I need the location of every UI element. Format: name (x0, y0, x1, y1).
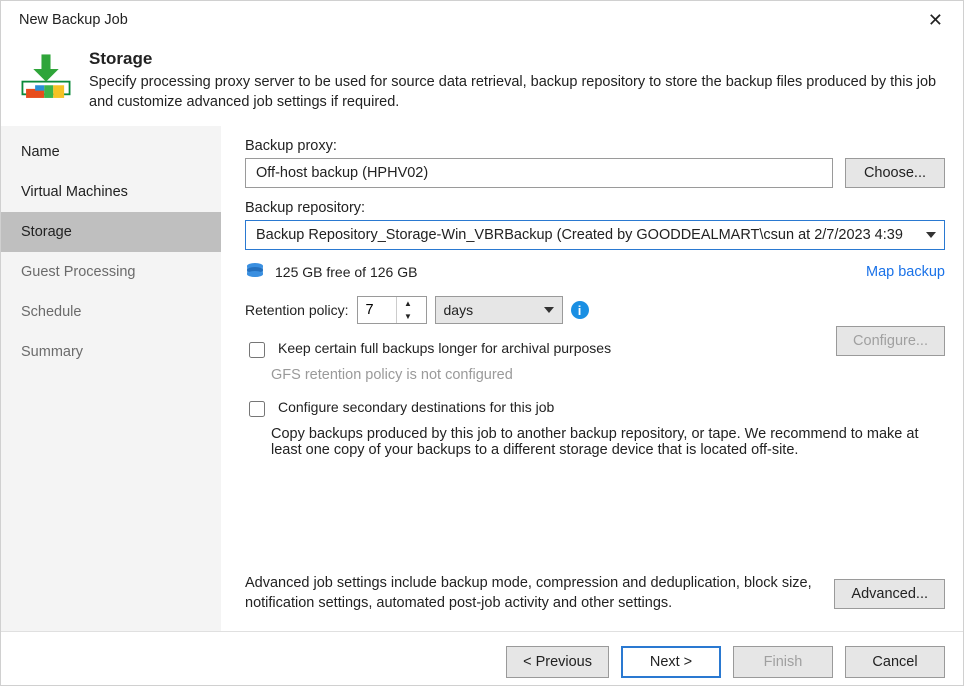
retention-unit-select[interactable]: days (435, 296, 563, 324)
info-icon[interactable]: i (571, 301, 589, 319)
backup-repository-label: Backup repository: (245, 200, 945, 216)
backup-repository-select[interactable]: Backup Repository_Storage-Win_VBRBackup … (245, 220, 945, 250)
retention-label: Retention policy: (245, 302, 349, 318)
page-description: Specify processing proxy server to be us… (89, 73, 945, 112)
gfs-configure-button: Configure... (836, 326, 945, 356)
storage-wizard-icon (15, 47, 77, 109)
step-schedule[interactable]: Schedule (1, 292, 221, 332)
gfs-status-text: GFS retention policy is not configured (271, 367, 945, 383)
step-summary[interactable]: Summary (1, 332, 221, 372)
cancel-button[interactable]: Cancel (845, 646, 945, 678)
disk-stack-icon (245, 262, 265, 282)
secondary-destinations-description: Copy backups produced by this job to ano… (271, 426, 945, 458)
free-space-text: 125 GB free of 126 GB (275, 264, 417, 280)
gfs-checkbox[interactable] (249, 342, 265, 358)
retention-value-input[interactable] (358, 297, 396, 323)
page-title: Storage (89, 49, 945, 69)
next-button[interactable]: Next > (621, 646, 721, 678)
choose-proxy-button[interactable]: Choose... (845, 158, 945, 188)
backup-proxy-field[interactable]: Off-host backup (HPHV02) (245, 158, 833, 188)
secondary-destinations-label: Configure secondary destinations for thi… (278, 399, 554, 415)
spinner-up-icon[interactable]: ▲ (397, 297, 420, 310)
backup-proxy-label: Backup proxy: (245, 138, 945, 154)
map-backup-link[interactable]: Map backup (866, 264, 945, 280)
secondary-destinations-checkbox[interactable] (249, 401, 265, 417)
close-icon[interactable]: ✕ (920, 7, 951, 33)
retention-value-spinner[interactable]: ▲ ▼ (357, 296, 427, 324)
retention-unit-value: days (444, 302, 474, 318)
chevron-down-icon (544, 307, 554, 313)
backup-repository-value: Backup Repository_Storage-Win_VBRBackup … (256, 221, 903, 249)
chevron-down-icon (926, 232, 936, 238)
previous-button[interactable]: < Previous (506, 646, 609, 678)
advanced-button[interactable]: Advanced... (834, 579, 945, 609)
header: Storage Specify processing proxy server … (1, 33, 963, 126)
step-storage[interactable]: Storage (1, 212, 221, 252)
step-virtual-machines[interactable]: Virtual Machines (1, 172, 221, 212)
advanced-description: Advanced job settings include backup mod… (245, 574, 820, 613)
gfs-checkbox-label: Keep certain full backups longer for arc… (278, 340, 611, 356)
spinner-down-icon[interactable]: ▼ (397, 310, 420, 323)
finish-button: Finish (733, 646, 833, 678)
wizard-steps: Name Virtual Machines Storage Guest Proc… (1, 126, 221, 631)
window-title: New Backup Job (19, 12, 128, 28)
step-guest-processing[interactable]: Guest Processing (1, 252, 221, 292)
step-name[interactable]: Name (1, 132, 221, 172)
